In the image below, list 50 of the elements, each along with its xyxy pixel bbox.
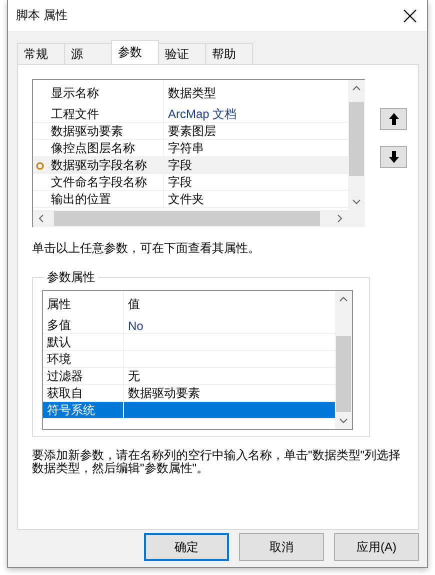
scroll-up-icon[interactable]	[339, 295, 348, 304]
vertical-scrollbar[interactable]	[348, 80, 365, 210]
window-title: 脚本 属性	[16, 7, 68, 24]
column-header[interactable]: 显示名称	[47, 80, 164, 106]
dialog-button[interactable]: 确定	[144, 533, 229, 561]
vertical-scrollbar[interactable]	[335, 291, 352, 429]
dialog-button[interactable]: 取消	[239, 533, 324, 561]
table-cell: 默认	[43, 334, 124, 351]
group-title: 参数属性	[46, 269, 96, 286]
table-cell: 文件命名字段名称	[47, 174, 164, 191]
parameter-row[interactable]: 数据驱动要素 要素图层	[33, 123, 348, 140]
table-cell-text: 文件夹	[167, 191, 205, 208]
tab[interactable]: 帮助	[205, 43, 253, 64]
column-header[interactable]: 属性	[43, 291, 124, 317]
table-cell: 环境	[43, 351, 124, 368]
table-cell-text: 字符串	[167, 140, 205, 157]
horizontal-scrollbar[interactable]	[33, 210, 348, 227]
up-arrow-icon	[388, 112, 400, 126]
table-cell: 符号系统	[43, 402, 124, 419]
table-cell: 输出的位置	[47, 191, 164, 208]
table-cell: 工程文件	[47, 106, 164, 123]
move-down-button[interactable]	[380, 146, 407, 168]
parameter-row[interactable]: 文件命名字段名称 字段	[33, 174, 348, 191]
table-cell-text: 要素图层	[167, 123, 217, 140]
scroll-left-icon[interactable]	[37, 214, 46, 223]
move-up-button[interactable]	[380, 108, 407, 130]
tab[interactable]: 参数	[111, 40, 159, 64]
down-arrow-icon	[388, 150, 400, 164]
table-cell: 数据驱动要素	[47, 123, 164, 140]
hint-text: 单击以上任意参数，可在下面查看其属性。	[32, 240, 261, 257]
tab[interactable]: 常规	[17, 43, 65, 64]
property-row[interactable]: 符号系统	[43, 402, 335, 419]
scroll-up-icon[interactable]	[352, 84, 361, 93]
row-marker-icon	[36, 162, 44, 170]
parameter-row[interactable]: 工程文件 ArcMap 文档	[33, 106, 348, 123]
table-cell: 多值	[43, 317, 124, 334]
column-header[interactable]: 数据类型	[164, 80, 348, 106]
parameter-row[interactable]: 输出的位置 文件夹	[33, 191, 348, 208]
table-cell: 数据驱动字段名称	[47, 157, 164, 174]
table-cell-text: 字段	[167, 157, 193, 174]
table-cell-text: 字段	[167, 174, 193, 191]
help-text: 要添加新参数，请在名称列的空行中输入名称，单击"数据类型"列选择数据类型，然后编辑"参数属性"。	[32, 449, 402, 475]
table-cell: 过滤器	[43, 368, 124, 385]
close-icon[interactable]	[403, 8, 417, 22]
parameter-row[interactable]: 数据驱动字段名称 字段	[33, 157, 348, 174]
scroll-down-icon[interactable]	[352, 197, 361, 206]
table-cell-text: ArcMap 文档	[167, 106, 238, 123]
dialog-button[interactable]: 应用(A)	[334, 533, 419, 561]
scroll-down-icon[interactable]	[339, 416, 348, 425]
scroll-right-icon[interactable]	[335, 214, 344, 223]
